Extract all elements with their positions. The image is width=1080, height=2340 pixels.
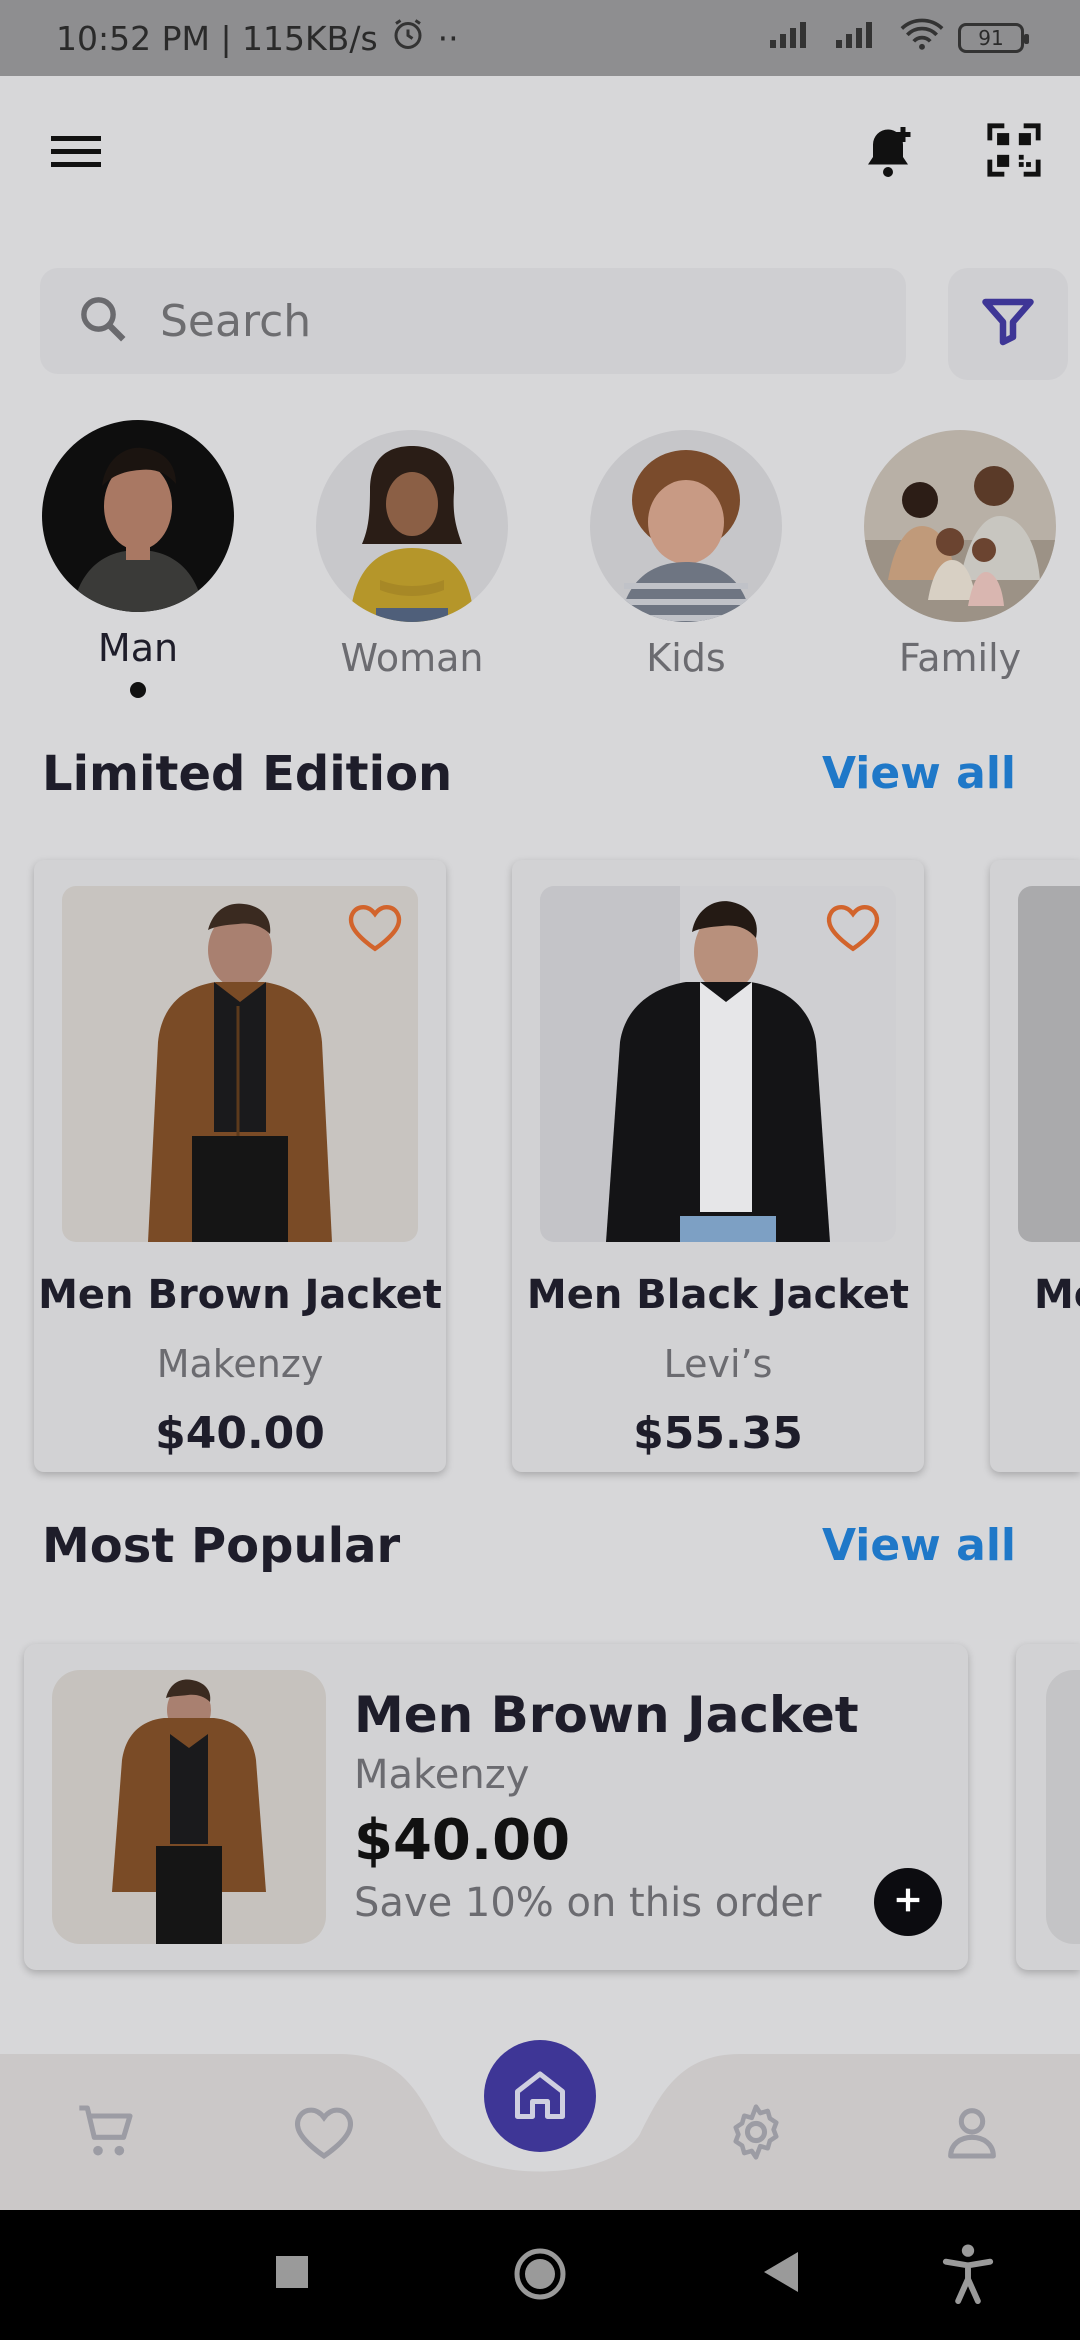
popular-product-brand: Makenzy <box>354 1752 530 1798</box>
status-bar: 10:52 PM | 115KB/s ·· 91 <box>0 0 1080 76</box>
category-label: Man <box>97 626 179 670</box>
status-right: 91 <box>768 17 1029 59</box>
top-bar <box>0 76 1080 226</box>
filter-button[interactable] <box>948 268 1068 380</box>
notification-add-icon[interactable] <box>856 120 920 184</box>
heart-icon <box>292 2102 356 2166</box>
battery-level: 91 <box>978 26 1004 50</box>
product-name: Men Brown Jacket <box>38 1272 442 1318</box>
menu-icon[interactable] <box>46 122 106 182</box>
popular-product-name: Men Brown Jacket <box>354 1686 859 1744</box>
back-icon[interactable] <box>760 2250 800 2294</box>
category-label: Kids <box>646 636 726 680</box>
limited-edition-title: Limited Edition <box>42 746 453 802</box>
product-name: Men Black Jacket <box>526 1272 910 1318</box>
nav-profile[interactable] <box>932 2094 1012 2174</box>
product-card-partial[interactable]: Me <box>990 860 1080 1472</box>
popular-product-promo: Save 10% on this order <box>354 1880 822 1926</box>
most-popular-title: Most Popular <box>42 1518 401 1574</box>
recents-icon[interactable] <box>274 2254 310 2290</box>
favorite-heart-icon[interactable] <box>824 900 882 958</box>
system-nav-bar <box>0 2210 1080 2340</box>
popular-product-card-partial[interactable] <box>1016 1644 1080 1970</box>
product-price: $55.35 <box>633 1408 803 1459</box>
category-kids-avatar <box>590 430 782 622</box>
active-indicator-dot <box>130 682 146 698</box>
alarm-icon <box>390 16 426 60</box>
search-bar[interactable] <box>40 268 906 374</box>
plus-icon <box>891 1883 925 1921</box>
category-family-avatar <box>864 430 1056 622</box>
qr-code-icon[interactable] <box>984 120 1044 180</box>
home-circle-icon[interactable] <box>512 2246 568 2302</box>
popular-product-image <box>1046 1670 1080 1944</box>
popular-product-card[interactable]: Men Brown Jacket Makenzy $40.00 Save 10%… <box>24 1644 968 1970</box>
favorite-heart-icon[interactable] <box>346 900 404 958</box>
cart-icon <box>74 2100 138 2168</box>
most-popular-view-all[interactable]: View all <box>822 1520 1016 1571</box>
popular-product-image <box>52 1670 326 1944</box>
status-left: 10:52 PM | 115KB/s ·· <box>56 16 459 60</box>
product-name: Me <box>1034 1272 1080 1318</box>
product-image <box>1018 886 1080 1242</box>
accessibility-icon[interactable] <box>938 2242 998 2306</box>
category-woman-avatar <box>316 430 508 622</box>
settings-icon <box>724 2100 788 2168</box>
nav-settings[interactable] <box>716 2094 796 2174</box>
product-card[interactable]: Men Black Jacket Levi’s $55.35 <box>512 860 924 1472</box>
filter-icon <box>978 292 1038 356</box>
profile-icon <box>940 2100 1004 2168</box>
category-woman[interactable]: Woman <box>312 430 512 680</box>
wifi-icon <box>900 17 944 59</box>
nav-cart[interactable] <box>66 2094 146 2174</box>
status-dots: ·· <box>437 18 459 58</box>
product-brand: Levi’s <box>663 1342 773 1386</box>
search-icon <box>76 292 130 350</box>
product-brand: Makenzy <box>156 1342 324 1386</box>
search-input[interactable] <box>158 294 858 348</box>
category-man[interactable]: Man <box>38 420 238 698</box>
category-label: Family <box>898 636 1022 680</box>
product-image <box>62 886 418 1242</box>
add-to-cart-button[interactable] <box>874 1868 942 1936</box>
category-man-avatar <box>42 420 234 612</box>
product-card[interactable]: Men Brown Jacket Makenzy $40.00 <box>34 860 446 1472</box>
product-image <box>540 886 896 1242</box>
nav-home-button[interactable] <box>484 2040 596 2152</box>
status-time: 10:52 PM | 115KB/s <box>56 18 378 58</box>
signal-icon-2 <box>834 18 886 58</box>
signal-icon <box>768 18 820 58</box>
limited-edition-view-all[interactable]: View all <box>822 748 1016 799</box>
home-icon <box>510 2064 570 2128</box>
nav-favorites[interactable] <box>284 2094 364 2174</box>
category-family[interactable]: Family <box>860 430 1060 680</box>
popular-product-price: $40.00 <box>354 1808 571 1873</box>
category-label: Woman <box>340 636 484 680</box>
category-kids[interactable]: Kids <box>586 430 786 680</box>
product-price: $40.00 <box>155 1408 325 1459</box>
battery-icon: 91 <box>958 23 1029 53</box>
